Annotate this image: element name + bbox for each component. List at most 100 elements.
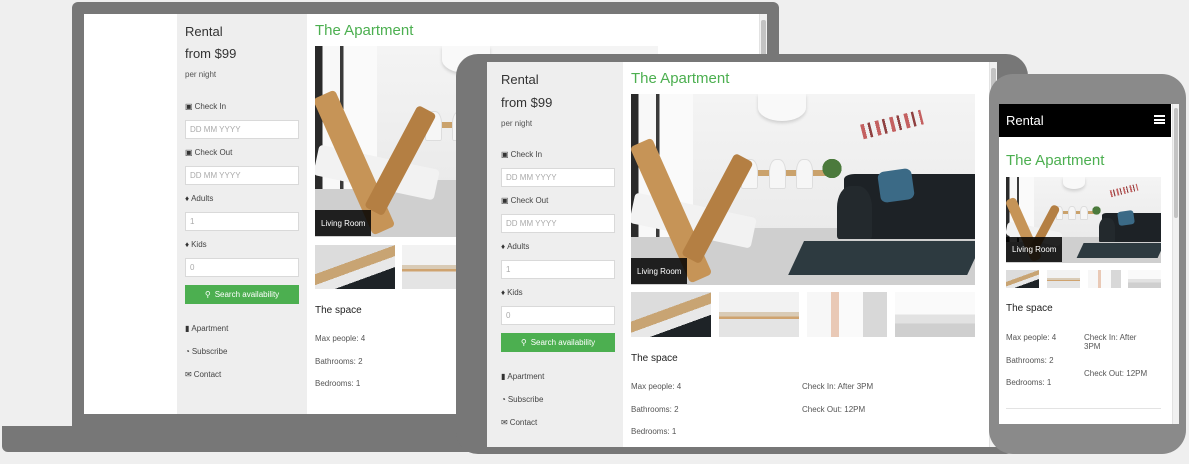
- gallery-thumbnail[interactable]: [1088, 270, 1121, 288]
- rss-icon: ◔: [185, 346, 190, 356]
- nav-contact-label: Contact: [509, 418, 538, 427]
- check-out-input[interactable]: DD MM YYYY: [501, 214, 615, 233]
- kids-label-text: Kids: [191, 240, 207, 249]
- gallery-thumbnail[interactable]: [719, 292, 799, 337]
- check-in-label: ▣ Check In: [185, 102, 226, 111]
- search-availability-button[interactable]: ⚲ Search availability: [185, 285, 299, 304]
- check-in-input[interactable]: DD MM YYYY: [501, 168, 615, 187]
- nav-subscribe[interactable]: ◔ Subscribe: [185, 347, 227, 356]
- gallery-thumbnail[interactable]: [895, 292, 975, 337]
- rss-icon: ◔: [501, 394, 506, 404]
- photo-caption: Living Room: [631, 258, 688, 284]
- bathrooms: Bathrooms: 2: [631, 405, 679, 414]
- bathrooms: Bathrooms: 2: [315, 357, 363, 366]
- gallery-thumbnail[interactable]: [1047, 270, 1080, 288]
- building-icon: ▮: [501, 371, 506, 381]
- photo-caption: Living Room: [1006, 237, 1063, 262]
- gallery-thumbnail[interactable]: [315, 245, 395, 289]
- search-icon: ⚲: [520, 337, 527, 347]
- search-button-label: Search availability: [530, 338, 596, 347]
- space-heading: The space: [1006, 303, 1053, 314]
- search-availability-button[interactable]: ⚲ Search availability: [501, 333, 615, 352]
- nav-contact-label: Contact: [193, 370, 222, 379]
- adults-input[interactable]: 1: [185, 212, 299, 231]
- brand-name[interactable]: Rental: [185, 24, 223, 39]
- adults-label-text: Adults: [507, 242, 530, 251]
- phone-screen: Rental The Apartment Living Room The spa…: [999, 104, 1179, 424]
- brand-name[interactable]: Rental: [1006, 113, 1044, 128]
- gallery-thumbnail[interactable]: [631, 292, 711, 337]
- check-out-time: Check Out: 12PM: [802, 405, 866, 414]
- nav-apartment-label: Apartment: [507, 372, 545, 381]
- calendar-icon: ▣: [501, 149, 509, 159]
- nav-subscribe[interactable]: ◔ Subscribe: [501, 395, 543, 404]
- page-title: The Apartment: [315, 22, 414, 39]
- nav-subscribe-label: Subscribe: [191, 347, 228, 356]
- check-out-input[interactable]: DD MM YYYY: [185, 166, 299, 185]
- divider: [1006, 408, 1161, 409]
- child-icon: ♦: [501, 287, 506, 297]
- adults-input[interactable]: 1: [501, 260, 615, 279]
- page-title: The Apartment: [1006, 152, 1105, 169]
- kids-label-text: Kids: [507, 288, 523, 297]
- tablet-screen: Rental from $99 per night ▣ Check In DD M…: [487, 62, 997, 447]
- kids-label: ♦ Kids: [185, 240, 207, 249]
- check-in-line-2: 3PM: [1084, 342, 1101, 351]
- check-in-time: Check In: After 3PM: [802, 382, 874, 391]
- price: from $99: [501, 95, 553, 110]
- bedrooms: Bedrooms: 1: [315, 379, 361, 388]
- sidebar: Rental from $99 per night ▣ Check In DD M…: [487, 62, 623, 447]
- nav-apartment[interactable]: ▮ Apartment: [501, 372, 544, 381]
- nav-contact[interactable]: ✉ Contact: [185, 370, 221, 379]
- bedrooms: Bedrooms: 1: [631, 427, 677, 436]
- phone-header: Rental: [999, 104, 1171, 137]
- adults-label: ♦ Adults: [185, 194, 213, 203]
- check-in-line-1: Check In: After: [1084, 333, 1137, 342]
- gallery-thumbnail[interactable]: [1006, 270, 1039, 288]
- max-people: Max people: 4: [1006, 333, 1057, 342]
- check-in-input[interactable]: DD MM YYYY: [185, 120, 299, 139]
- kids-label: ♦ Kids: [501, 288, 523, 297]
- nav-apartment-label: Apartment: [191, 324, 229, 333]
- space-heading: The space: [631, 353, 678, 364]
- check-out-label-text: Check Out: [510, 196, 549, 205]
- calendar-icon: ▣: [501, 195, 509, 205]
- search-icon: ⚲: [204, 289, 211, 299]
- responsive-mockup: Rental from $99 per night ▣ Check In DD M…: [0, 0, 1189, 464]
- nav-contact[interactable]: ✉ Contact: [501, 418, 537, 427]
- calendar-icon: ▣: [185, 147, 193, 157]
- check-in-time: Check In: After 3PM: [1084, 333, 1136, 351]
- search-button-label: Search availability: [214, 290, 280, 299]
- check-out-time: Check Out: 12PM: [1084, 369, 1148, 378]
- max-people: Max people: 4: [315, 334, 366, 343]
- hamburger-menu-icon[interactable]: [1154, 115, 1165, 124]
- price-unit: per night: [185, 70, 217, 79]
- check-in-label: ▣ Check In: [501, 150, 542, 159]
- check-out-label: ▣ Check Out: [501, 196, 548, 205]
- bedrooms: Bedrooms: 1: [1006, 378, 1052, 387]
- male-icon: ♦: [501, 241, 506, 251]
- brand-name[interactable]: Rental: [501, 72, 539, 87]
- gallery-thumbnail[interactable]: [1128, 270, 1161, 288]
- sidebar: Rental from $99 per night ▣ Check In DD M…: [177, 14, 307, 414]
- page-title: The Apartment: [631, 70, 730, 87]
- gallery-thumbnail[interactable]: [807, 292, 887, 337]
- check-out-label-text: Check Out: [194, 148, 233, 157]
- adults-label-text: Adults: [191, 194, 214, 203]
- main-photo[interactable]: [631, 94, 975, 285]
- envelope-icon: ✉: [501, 417, 508, 427]
- phone-scrollbar[interactable]: [1172, 104, 1179, 424]
- check-in-label-text: Check In: [194, 102, 227, 111]
- bathrooms: Bathrooms: 2: [1006, 356, 1054, 365]
- male-icon: ♦: [185, 193, 190, 203]
- nav-apartment[interactable]: ▮ Apartment: [185, 324, 228, 333]
- kids-input[interactable]: 0: [501, 306, 615, 325]
- calendar-icon: ▣: [185, 101, 193, 111]
- max-people: Max people: 4: [631, 382, 682, 391]
- adults-label: ♦ Adults: [501, 242, 529, 251]
- check-out-label: ▣ Check Out: [185, 148, 232, 157]
- nav-subscribe-label: Subscribe: [507, 395, 544, 404]
- check-in-label-text: Check In: [510, 150, 543, 159]
- kids-input[interactable]: 0: [185, 258, 299, 277]
- envelope-icon: ✉: [185, 369, 192, 379]
